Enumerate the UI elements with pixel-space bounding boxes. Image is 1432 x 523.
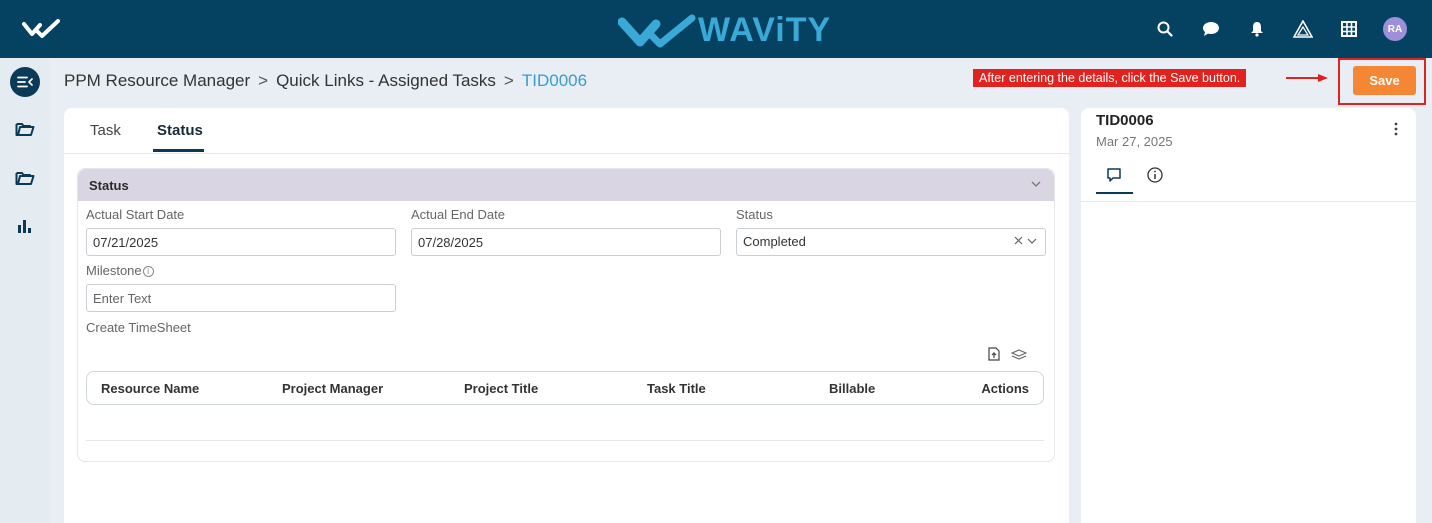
status-section: Status Actual Start Date Actual End Date…: [77, 168, 1055, 462]
brand-mark-icon: [618, 14, 696, 48]
panel-title: TID0006: [1096, 112, 1154, 129]
folder-icon[interactable]: [9, 162, 41, 194]
actual-start-date-input[interactable]: [86, 228, 396, 256]
milestone-input[interactable]: [86, 284, 396, 312]
brand-logo: WAViTY: [618, 10, 831, 50]
chevron-down-icon[interactable]: [1030, 178, 1042, 190]
comment-icon[interactable]: [1105, 166, 1123, 184]
actual-start-date-label: Actual Start Date: [86, 207, 185, 222]
bell-icon[interactable]: [1234, 14, 1280, 44]
status-section-header[interactable]: Status: [78, 169, 1054, 201]
kebab-menu-icon[interactable]: [1394, 122, 1398, 136]
tab-status[interactable]: Status: [157, 122, 203, 139]
export-file-icon[interactable]: [988, 347, 1001, 361]
milestone-label-text: Milestone: [86, 263, 142, 278]
panel-date: Mar 27, 2025: [1096, 134, 1173, 149]
actual-end-date-input[interactable]: [411, 228, 721, 256]
active-tab-indicator: [153, 149, 204, 152]
timesheet-table-header: Resource Name Project Manager Project Ti…: [86, 371, 1044, 405]
collapse-menu-icon: [10, 67, 40, 97]
status-select-value: Completed: [743, 234, 806, 249]
brand-name: WAViTY: [698, 10, 832, 49]
right-panel: TID0006 Mar 27, 2025: [1081, 108, 1416, 523]
active-tab-indicator: [1096, 192, 1133, 194]
grid-icon[interactable]: [1326, 14, 1372, 44]
instruction-callout: After entering the details, click the Sa…: [973, 69, 1247, 87]
layers-icon[interactable]: [1011, 347, 1027, 361]
column-header[interactable]: Task Title: [647, 381, 706, 396]
table-divider: [86, 440, 1044, 441]
panel-tabs: [1081, 154, 1416, 202]
column-header[interactable]: Project Manager: [282, 381, 383, 396]
bar-chart-icon[interactable]: [9, 210, 41, 242]
status-select[interactable]: Completed: [736, 228, 1046, 256]
chat-icon[interactable]: [1188, 14, 1234, 44]
arrow-right-icon: [1286, 74, 1328, 82]
tab-bar: Task Status: [64, 108, 1069, 154]
column-header[interactable]: Actions: [981, 381, 1029, 396]
breadcrumb-separator: >: [258, 71, 269, 90]
create-timesheet-label: Create TimeSheet: [86, 320, 191, 335]
home-logo-icon[interactable]: [22, 18, 62, 40]
folder-icon[interactable]: [9, 113, 41, 145]
header-actions: RA: [1142, 14, 1418, 44]
breadcrumb-item[interactable]: Quick Links - Assigned Tasks: [276, 71, 496, 91]
column-header[interactable]: Project Title: [464, 381, 538, 396]
search-icon[interactable]: [1142, 14, 1188, 44]
tab-task[interactable]: Task: [90, 122, 121, 139]
column-header[interactable]: Resource Name: [101, 381, 199, 396]
actual-end-date-label: Actual End Date: [411, 207, 505, 222]
breadcrumb: PPM Resource Manager > Quick Links - Ass…: [64, 70, 587, 92]
info-icon[interactable]: [1146, 166, 1164, 184]
clear-icon[interactable]: [1014, 236, 1023, 245]
column-header[interactable]: Billable: [829, 381, 875, 396]
select-controls: [1014, 236, 1037, 245]
breadcrumb-item[interactable]: PPM Resource Manager: [64, 71, 250, 91]
table-toolbar: [988, 347, 1027, 361]
chevron-down-icon[interactable]: [1027, 237, 1037, 245]
avatar[interactable]: RA: [1383, 17, 1407, 41]
status-label: Status: [736, 207, 773, 222]
info-icon[interactable]: i: [142, 266, 154, 277]
left-sidebar: [0, 58, 50, 523]
top-bar: WAViTY RA: [0, 0, 1432, 58]
breadcrumb-separator: >: [503, 71, 514, 90]
section-title: Status: [89, 178, 129, 193]
warning-triangle-icon[interactable]: [1280, 14, 1326, 44]
breadcrumb-current: TID0006: [521, 71, 588, 90]
milestone-label: Milestone i: [86, 263, 154, 278]
collapse-menu-button[interactable]: [9, 66, 41, 98]
user-menu[interactable]: RA: [1372, 14, 1418, 44]
save-button[interactable]: Save: [1353, 66, 1416, 95]
task-detail-card: Task Status Status Actual Start Date Act…: [64, 108, 1069, 523]
